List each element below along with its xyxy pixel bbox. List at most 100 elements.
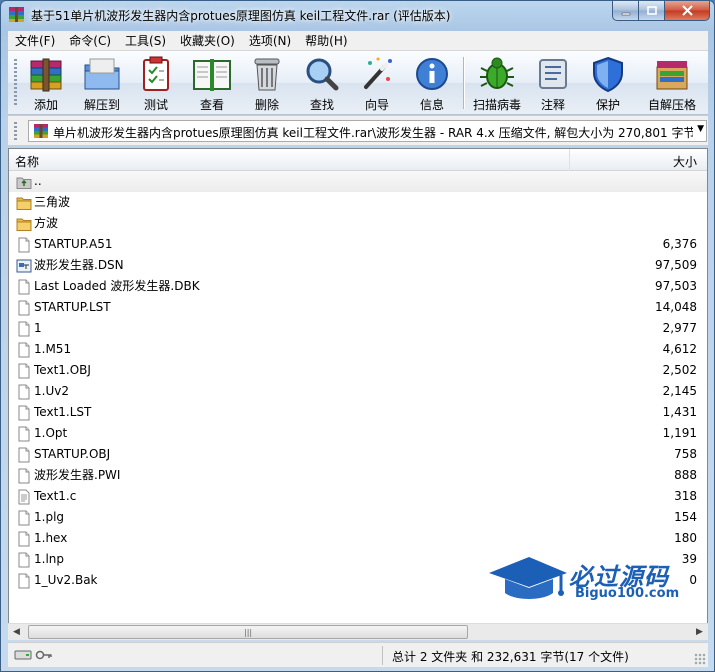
delete-button[interactable]: 删除 (239, 53, 295, 113)
parent-folder-icon (16, 177, 32, 189)
file-row[interactable]: Text1.OBJ 2,502 (9, 360, 707, 381)
menu-options[interactable]: 选项(N) (242, 31, 298, 51)
row-name: 1.plg (34, 510, 65, 524)
bug-icon (480, 57, 514, 89)
file-row[interactable]: Text1.c 318 (9, 486, 707, 507)
file-row[interactable]: STARTUP.OBJ 758 (9, 444, 707, 465)
row-name: Text1.OBJ (34, 363, 91, 377)
row-size: 888 (674, 468, 697, 482)
minimize-button[interactable] (612, 1, 639, 21)
menu-tools[interactable]: 工具(S) (118, 31, 173, 51)
row-size: 180 (674, 531, 697, 545)
protect-button[interactable]: 保护 (580, 53, 636, 113)
virus-scan-button[interactable]: 扫描病毒 (469, 53, 525, 113)
file-row[interactable]: 1.plg 154 (9, 507, 707, 528)
row-name: 1 (34, 321, 42, 335)
menu-favorites[interactable]: 收藏夹(O) (173, 31, 242, 51)
scroll-left-icon[interactable]: ◀ (8, 624, 25, 641)
file-icon (18, 552, 30, 568)
test-button[interactable]: 测试 (128, 53, 184, 113)
close-icon (681, 5, 693, 16)
text-file-icon (18, 489, 30, 505)
row-name: 三角波 (34, 195, 71, 209)
toolbar-grip[interactable] (14, 59, 17, 107)
file-row[interactable]: 1.Uv2 2,145 (9, 381, 707, 402)
extract-to-button[interactable]: 解压到 (74, 53, 130, 113)
dropdown-arrow-icon[interactable]: ▼ (697, 124, 704, 134)
address-bar: 单片机波形发生器内含protues原理图仿真 keil工程文件.rar\波形发生… (8, 116, 708, 146)
file-row[interactable]: 波形发生器.DSN 97,509 (9, 255, 707, 276)
file-row[interactable]: Last Loaded 波形发生器.DBK 97,503 (9, 276, 707, 297)
archive-icon (34, 124, 48, 138)
folder-icon (16, 218, 32, 231)
file-icon (18, 531, 30, 547)
maximize-icon (646, 5, 657, 15)
title-bar[interactable]: 基于51单片机波形发生器内含protues原理图仿真 keil工程文件.rar … (1, 1, 714, 31)
file-row[interactable]: STARTUP.LST 14,048 (9, 297, 707, 318)
file-row[interactable]: 1.M51 4,612 (9, 339, 707, 360)
file-icon (18, 405, 30, 421)
scroll-thumb[interactable]: ||| (28, 625, 468, 639)
row-name: STARTUP.LST (34, 300, 111, 314)
horizontal-scrollbar[interactable]: ◀ ||| ▶ (8, 623, 708, 640)
folder-row[interactable]: .. (9, 171, 707, 192)
column-divider[interactable] (569, 149, 570, 171)
row-name: Text1.LST (34, 405, 92, 419)
row-name: 波形发生器.PWI (34, 468, 121, 482)
view-button[interactable]: 查看 (184, 53, 240, 113)
find-button[interactable]: 查找 (294, 53, 350, 113)
row-size: 2,977 (662, 321, 697, 335)
scroll-right-icon[interactable]: ▶ (691, 624, 708, 641)
row-size: 4,612 (662, 342, 697, 356)
menu-help[interactable]: 帮助(H) (298, 31, 354, 51)
test-label: 测试 (143, 98, 168, 112)
row-size: 1,431 (662, 405, 697, 419)
minimize-icon (621, 12, 630, 15)
list-header: 名称 大小 (9, 149, 707, 171)
row-name: 1.hex (34, 531, 68, 545)
menu-file[interactable]: 文件(F) (8, 31, 62, 51)
file-rows: .. 三角波方波 STARTUP.A51 6,376 波形发生器.DSN 97,509 La… (9, 171, 707, 591)
file-icon (18, 342, 30, 358)
file-icon (18, 426, 30, 442)
comment-button[interactable]: 注释 (525, 53, 581, 113)
wizard-button[interactable]: 向导 (349, 53, 405, 113)
folder-row[interactable]: 三角波 (9, 192, 707, 213)
info-icon (416, 58, 448, 90)
file-row[interactable]: 1 2,977 (9, 318, 707, 339)
comment-icon (539, 59, 567, 89)
winrar-app-icon[interactable] (8, 6, 25, 23)
file-icon (18, 384, 30, 400)
sfx-button[interactable]: 自解压格 (638, 53, 706, 113)
maximize-button[interactable] (639, 1, 665, 21)
add-label: 添加 (33, 98, 58, 112)
menu-commands[interactable]: 命令(C) (62, 31, 118, 51)
row-size: 318 (674, 489, 697, 503)
row-size: 97,503 (655, 279, 697, 293)
file-row[interactable]: 1.Opt 1,191 (9, 423, 707, 444)
file-row[interactable]: 波形发生器.PWI 888 (9, 465, 707, 486)
file-icon (18, 573, 30, 589)
scroll-grip-icon: ||| (244, 628, 253, 637)
drive-icon[interactable] (14, 648, 32, 662)
resize-grip[interactable] (694, 653, 706, 665)
menu-bar: 文件(F) 命令(C) 工具(S) 收藏夹(O) 选项(N) 帮助(H) (8, 31, 708, 51)
file-row[interactable]: 1.hex 180 (9, 528, 707, 549)
close-button[interactable] (665, 1, 710, 21)
row-size: 97,509 (655, 258, 697, 272)
column-header-name[interactable]: 名称 (15, 153, 39, 170)
add-button[interactable]: 添加 (18, 53, 74, 113)
address-grip[interactable] (14, 122, 17, 140)
row-size: 6,376 (662, 237, 697, 251)
row-name: STARTUP.OBJ (34, 447, 111, 461)
watermark-url: Biguo100.com (575, 586, 680, 601)
file-row[interactable]: Text1.LST 1,431 (9, 402, 707, 423)
info-button[interactable]: 信息 (404, 53, 460, 113)
folder-row[interactable]: 方波 (9, 213, 707, 234)
status-bar: 总计 2 文件夹 和 232,631 字节(17 个文件) (8, 642, 708, 667)
file-row[interactable]: STARTUP.A51 6,376 (9, 234, 707, 255)
path-combobox[interactable]: 单片机波形发生器内含protues原理图仿真 keil工程文件.rar\波形发生… (28, 120, 707, 142)
column-header-size[interactable]: 大小 (673, 153, 697, 170)
key-icon[interactable] (35, 648, 53, 662)
row-size: 1,191 (662, 426, 697, 440)
